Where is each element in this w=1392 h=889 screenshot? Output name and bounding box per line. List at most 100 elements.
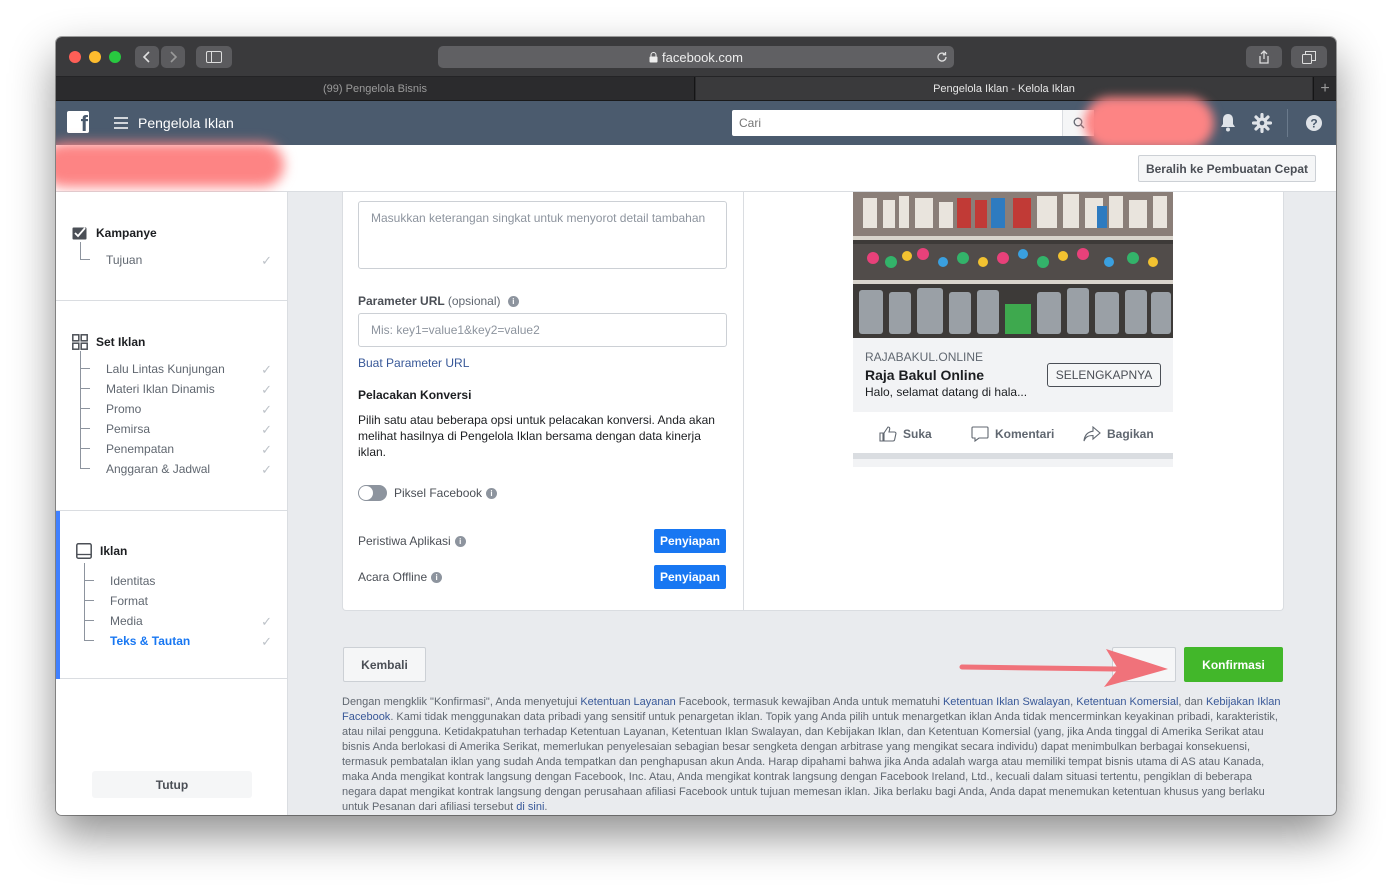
ad-actions-bar: Suka Komentari Bagikan [853, 412, 1173, 459]
tab-overview-button[interactable] [1291, 46, 1327, 68]
annotation-arrow-icon [959, 649, 1168, 687]
quick-create-button[interactable]: Beralih ke Pembuatan Cepat [1138, 155, 1316, 182]
like-icon [879, 426, 897, 442]
share-arrow-icon [1083, 426, 1101, 442]
sidebar-section-adset: Set Iklan Lalu Lintas Kunjungan ✓ Materi … [56, 301, 288, 511]
close-button[interactable]: Tutup [92, 771, 252, 798]
search-box[interactable] [732, 110, 1094, 136]
sidebar-campaign-title[interactable]: Kampanye [72, 226, 157, 240]
like-button[interactable]: Suka [879, 426, 932, 442]
ad-headline[interactable]: Raja Bakul Online [865, 367, 984, 383]
back-button[interactable] [135, 46, 159, 68]
adset-grid-icon [72, 334, 88, 350]
tree-line [84, 620, 94, 641]
legal-disclaimer: Dengan mengklik "Konfirmasi", Anda menye… [342, 696, 1281, 813]
conversion-tracking-description: Pilih satu atau beberapa opsi untuk pela… [358, 413, 715, 459]
sidebar-item-traffic[interactable]: Lalu Lintas Kunjungan ✓ [80, 351, 276, 379]
sidebar-item-dynamic-creative[interactable]: Materi Iklan Dinamis ✓ [80, 368, 276, 399]
back-button[interactable]: Kembali [343, 647, 426, 682]
close-window-button[interactable] [69, 51, 81, 63]
here-link[interactable]: di sini [516, 801, 544, 813]
tree-line [84, 600, 94, 621]
sidebar-item-promo[interactable]: Promo ✓ [80, 388, 276, 419]
comment-button[interactable]: Komentari [971, 426, 1054, 442]
tree-line [80, 428, 90, 449]
tree-line [80, 408, 90, 429]
share-button[interactable] [1246, 46, 1282, 68]
check-icon: ✓ [261, 442, 272, 457]
description-textarea[interactable]: Masukkan keterangan singkat untuk menyor… [358, 201, 727, 269]
address-bar[interactable]: facebook.com [438, 46, 954, 68]
facebook-logo[interactable]: f [67, 111, 89, 133]
toggle-knob [359, 486, 373, 500]
comment-icon [971, 426, 989, 442]
url-params-label: Parameter URL (opsional) i [358, 294, 519, 308]
form-column: Masukkan keterangan singkat untuk menyor… [343, 192, 744, 611]
tabs-icon [1302, 50, 1316, 64]
svg-text:?: ? [1310, 117, 1317, 131]
conversion-tracking-title: Pelacakan Konversi [358, 388, 472, 402]
sidebar-item-text-links[interactable]: Teks & Tautan ✓ [84, 620, 276, 651]
minimize-window-button[interactable] [89, 51, 101, 63]
facebook-header: f Pengelola Iklan ? [56, 97, 1336, 149]
info-icon[interactable]: i [431, 572, 443, 584]
info-icon[interactable]: i [454, 536, 466, 548]
sidebar-toggle-button[interactable] [196, 46, 232, 68]
lock-icon [649, 51, 658, 62]
sidebar-item-format[interactable]: Format [84, 580, 280, 611]
facebook-pixel-toggle[interactable] [358, 485, 387, 501]
self-serve-ad-terms-link[interactable]: Ketentuan Iklan Swalayan [943, 696, 1070, 708]
tree-line [80, 351, 90, 369]
sidebar-ad-title[interactable]: Iklan [76, 543, 127, 559]
browser-window: facebook.com (99) Pengelola Bisnis Penge… [56, 37, 1336, 815]
sidebar-icon [206, 51, 222, 63]
new-tab-button[interactable]: + [1313, 77, 1336, 100]
tree-line [80, 368, 90, 389]
settings-gear-icon[interactable] [1252, 113, 1272, 133]
sidebar-item-budget-schedule[interactable]: Anggaran & Jadwal ✓ [80, 448, 276, 479]
tab-ads-manager[interactable]: Pengelola Iklan - Kelola Iklan [696, 77, 1312, 100]
terms-of-service-link[interactable]: Ketentuan Layanan [580, 696, 675, 708]
share-post-button[interactable]: Bagikan [1083, 426, 1154, 442]
sidebar: Kampanye Tujuan ✓ Set Iklan Lalu Lintas K… [56, 192, 288, 815]
tree-line [84, 580, 94, 601]
build-url-params-link[interactable]: Buat Parameter URL [358, 356, 469, 370]
info-icon[interactable]: i [507, 296, 519, 308]
sidebar-adset-title[interactable]: Set Iklan [72, 334, 145, 350]
search-input[interactable] [732, 110, 1060, 136]
ad-description: Halo, selamat datang di hala... [865, 385, 1028, 399]
offline-events-setup-button[interactable]: Penyiapan [654, 565, 726, 589]
ad-cta-button[interactable]: SELENGKAPNYA [1047, 363, 1161, 387]
tab-business-manager[interactable]: (99) Pengelola Bisnis [56, 77, 695, 100]
active-section-indicator [56, 511, 60, 679]
ad-image [853, 192, 1173, 338]
url-params-input[interactable]: Mis: key1=value1&key2=value2 [358, 313, 727, 347]
ad-editor-card: Masukkan keterangan singkat untuk menyor… [342, 192, 1284, 611]
confirm-button[interactable]: Konfirmasi [1184, 647, 1283, 682]
sidebar-item-identity[interactable]: Identitas [84, 563, 280, 591]
notifications-bell-icon[interactable] [1219, 113, 1237, 133]
reload-icon[interactable] [936, 51, 948, 63]
app-events-setup-button[interactable]: Penyiapan [654, 529, 726, 553]
commercial-terms-link[interactable]: Ketentuan Komersial [1076, 696, 1178, 708]
menu-icon[interactable] [114, 117, 128, 129]
facebook-pixel-label: Piksel Facebook i [394, 486, 498, 500]
sidebar-item-media[interactable]: Media ✓ [84, 600, 276, 631]
ad-domain: RAJABAKUL.ONLINE [865, 350, 984, 364]
info-icon[interactable]: i [486, 488, 498, 500]
sidebar-item-audience[interactable]: Pemirsa ✓ [80, 408, 276, 439]
ad-preview: RAJABAKUL.ONLINE Raja Bakul Online Halo,… [853, 192, 1173, 467]
check-icon: ✓ [261, 382, 272, 397]
forward-button[interactable] [161, 46, 185, 68]
help-icon[interactable]: ? [1306, 115, 1322, 131]
sidebar-item-placements[interactable]: Penempatan ✓ [80, 428, 276, 459]
browser-toolbar: facebook.com [56, 37, 1336, 77]
ad-tablet-icon [76, 543, 92, 559]
sidebar-section-campaign: Kampanye Tujuan ✓ [56, 192, 288, 301]
check-icon: ✓ [261, 362, 272, 377]
tree-line [80, 388, 90, 409]
sidebar-item-tujuan[interactable]: Tujuan ✓ [80, 242, 276, 270]
tree-line [80, 242, 90, 260]
check-icon: ✓ [261, 614, 272, 629]
zoom-window-button[interactable] [109, 51, 121, 63]
